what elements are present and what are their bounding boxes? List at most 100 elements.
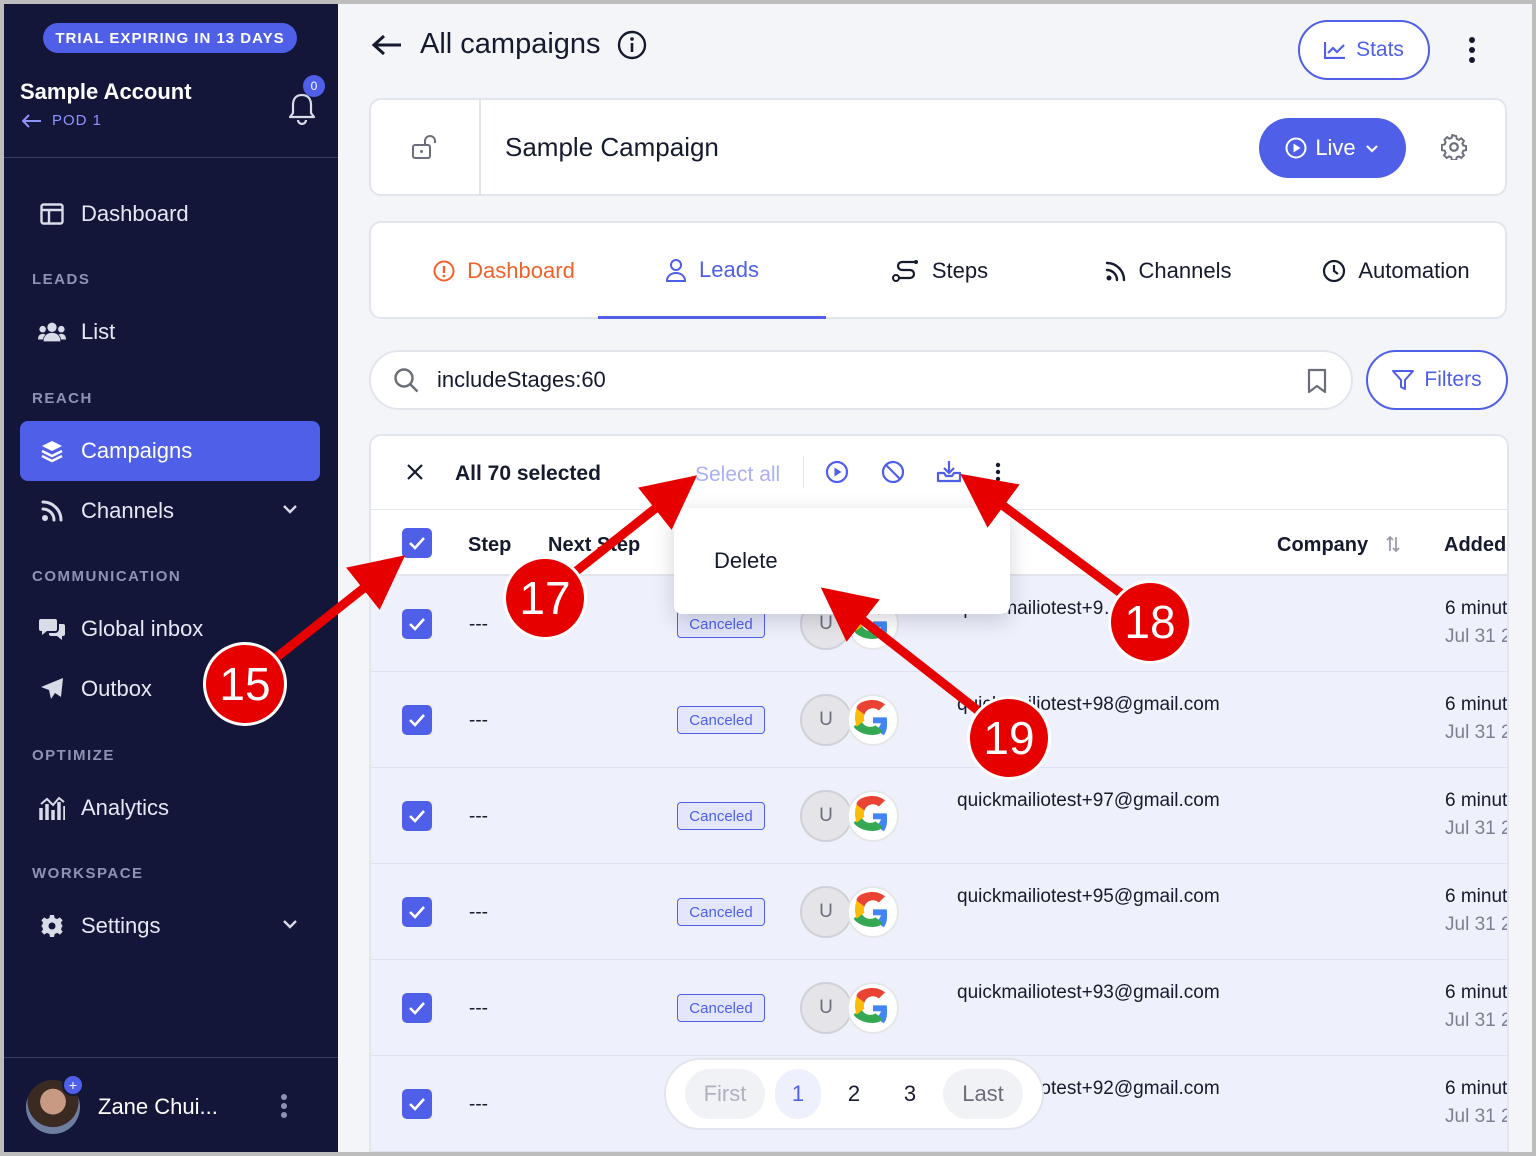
row-checkbox[interactable] [402,705,432,735]
column-step[interactable]: Step [468,534,511,557]
more-vertical-icon[interactable] [995,460,1001,484]
check-icon [409,1098,425,1111]
table-row[interactable]: --- Canceled Uquickmailiotest+97@gmail.com… [371,768,1507,864]
nav-analytics-label: Analytics [81,795,170,820]
email-cell[interactable]: quickmailiotest+93@gmail.com [957,982,1220,1004]
page-first-button[interactable]: First [685,1069,765,1119]
added-relative: 6 minutes ago [1445,694,1508,715]
page-1-button[interactable]: 1 [775,1069,821,1119]
trial-banner[interactable]: TRIAL EXPIRING IN 13 DAYS [43,23,297,53]
added-relative: 6 minutes ago [1445,886,1508,907]
page-3-button[interactable]: 3 [887,1069,933,1119]
pod-switcher[interactable]: POD 1 [22,112,102,129]
chevron-down-icon[interactable] [280,499,300,519]
table-row[interactable]: --- Canceled Uquickmailiotest+98@gmail.com… [371,672,1507,768]
row-checkbox[interactable] [402,993,432,1023]
plus-icon[interactable]: + [62,1074,84,1096]
row-checkbox[interactable] [402,609,432,639]
step-cell: --- [469,806,488,827]
email-cell[interactable]: quickmailiotest+97@gmail.com [957,790,1220,812]
select-all-link[interactable]: Select all [695,463,780,487]
step-cell: --- [469,902,488,923]
lock-toggle[interactable] [371,100,481,194]
tab-steps-label: Steps [931,258,989,283]
route-icon [891,260,918,282]
added-relative: 6 minutes ago [1445,790,1508,811]
status-badge: Canceled [677,898,765,926]
tab-channels[interactable]: Channels [1054,223,1282,319]
page-last-button[interactable]: Last [943,1069,1023,1119]
user-profile[interactable]: + Zane Chui... [26,1074,218,1134]
annotation-callout-19: 19 [967,696,1051,780]
sort-icon[interactable] [1385,535,1401,553]
live-status-button[interactable]: Live [1259,118,1406,178]
user-icon [666,258,687,282]
search-input[interactable]: includeStages:60 [369,350,1353,410]
divider [803,456,804,488]
layout-icon [38,200,66,228]
more-vertical-icon[interactable] [1468,36,1476,64]
email-cell[interactable]: quickmailiotest+95@gmail.com [957,886,1220,908]
avatar: U [800,886,852,938]
annotation-callout-18: 18 [1108,580,1192,664]
tab-leads[interactable]: Leads [598,223,826,319]
bulk-toolbar: All 70 selected Select all [371,436,1507,510]
nav-settings[interactable]: Settings [20,896,320,956]
check-icon [409,906,425,919]
tab-automation[interactable]: Automation [1282,223,1510,319]
settings-icon[interactable] [1441,134,1467,160]
play-circle-icon[interactable] [825,460,849,484]
step-cell: --- [469,1094,488,1115]
campaign-name[interactable]: Sample Campaign [505,132,719,163]
campaign-card: Sample Campaign Live [369,98,1507,196]
chevron-down-icon[interactable] [280,914,300,934]
added-date: Jul 31 2 [1445,1010,1509,1031]
nav-list[interactable]: List [20,302,320,362]
chevron-down-icon [1365,145,1378,153]
step-cell: --- [469,614,488,635]
column-next-step[interactable]: Next Step [548,534,640,557]
section-workspace: WORKSPACE [32,865,144,882]
row-checkbox[interactable] [402,1089,432,1119]
column-added[interactable]: Added [1444,534,1506,557]
added-date: Jul 31 2 [1445,626,1509,647]
live-label: Live [1315,135,1356,160]
arrow-left-icon[interactable] [372,34,402,56]
info-icon[interactable] [617,30,647,60]
ban-icon[interactable] [881,460,905,484]
status-badge: Canceled [677,994,765,1022]
select-all-checkbox[interactable] [402,528,432,558]
page-title: All campaigns [420,28,601,60]
nav-channels[interactable]: Channels [20,481,320,541]
close-icon[interactable] [405,462,425,482]
delete-menu-item[interactable]: Delete [714,548,778,574]
nav-channels-label: Channels [81,498,174,523]
filters-button[interactable]: Filters [1366,350,1508,410]
bookmark-icon[interactable] [1307,368,1327,394]
stats-button[interactable]: Stats [1298,20,1430,80]
bell-icon[interactable] [286,92,318,126]
nav-analytics[interactable]: Analytics [20,778,320,838]
nav-global-inbox[interactable]: Global inbox [20,599,320,659]
download-icon[interactable] [936,460,962,484]
info-icon [433,260,455,282]
account-name[interactable]: Sample Account [20,79,192,105]
page-2-button[interactable]: 2 [831,1069,877,1119]
row-checkbox[interactable] [402,897,432,927]
chat-icon [38,615,66,643]
row-checkbox[interactable] [402,801,432,831]
column-company[interactable]: Company [1277,534,1368,557]
table-row[interactable]: --- Canceled Uquickmailiotest+95@gmail.com… [371,864,1507,960]
nav-list-label: List [81,319,116,344]
table-row[interactable]: --- Canceled Uquickmailiotest+93@gmail.com… [371,960,1507,1056]
tab-steps[interactable]: Steps [826,223,1054,319]
status-badge: Canceled [677,802,765,830]
nav-dashboard[interactable]: Dashboard [20,184,320,244]
analytics-icon [38,794,66,822]
more-vertical-icon[interactable] [280,1093,288,1119]
section-communication: COMMUNICATION [32,568,182,585]
avatar: U [800,982,852,1034]
section-leads: LEADS [32,271,91,288]
nav-campaigns[interactable]: Campaigns [20,421,320,481]
added-date: Jul 31 2 [1445,818,1509,839]
